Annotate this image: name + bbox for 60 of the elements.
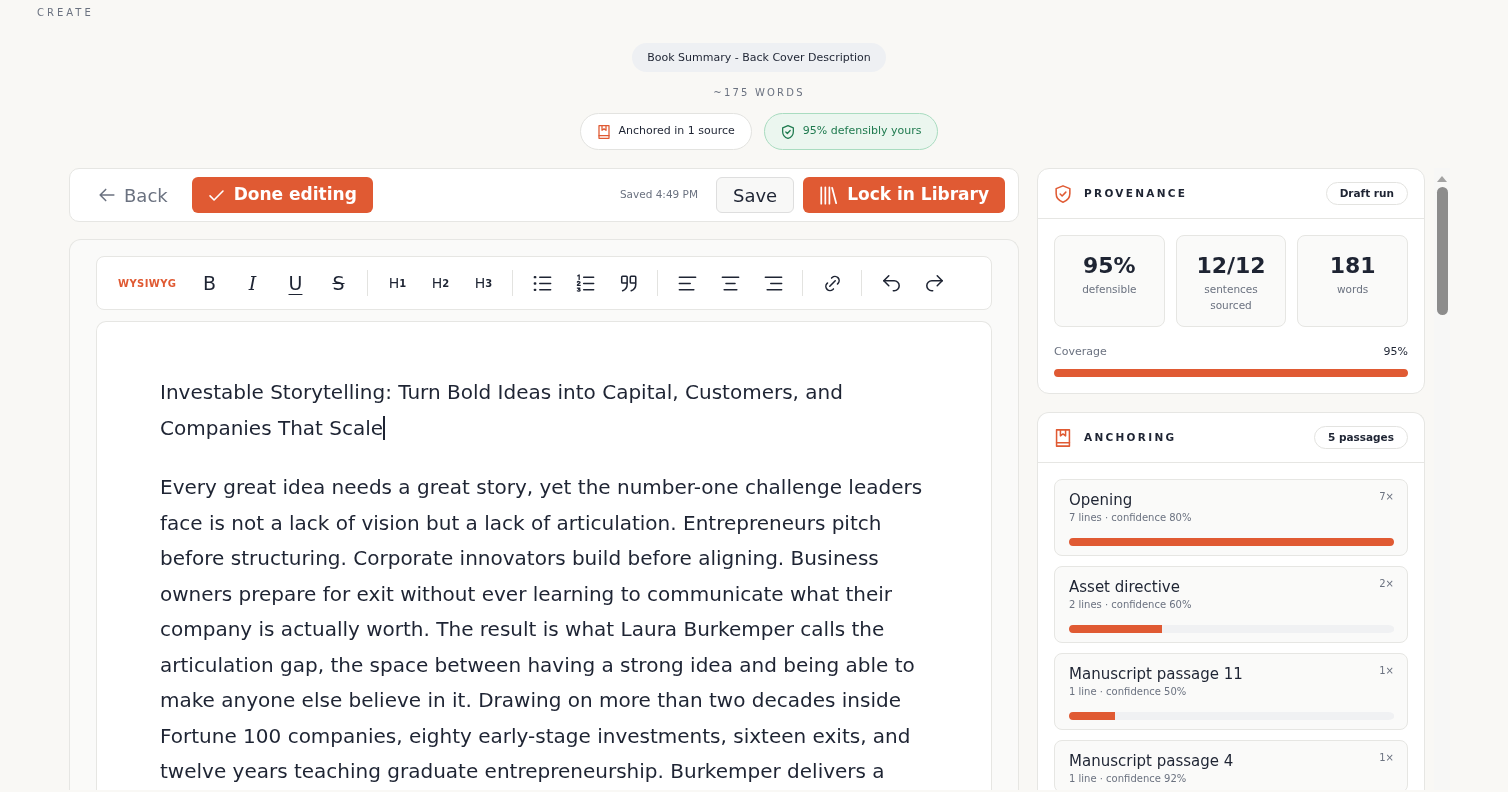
bullet-list-icon[interactable] [533,273,552,293]
editor-mode-label: WYSIWYG [118,276,177,291]
stat-label: words [1337,282,1369,297]
undo-icon[interactable] [882,273,901,293]
done-editing-button[interactable]: Done editing [191,177,373,213]
stat-label: sentences sourced [1203,282,1259,313]
defensibility-label: 95% defensibly yours [802,123,922,140]
bold-button[interactable]: B [193,267,226,299]
usage-count: 7× [1379,490,1394,504]
save-button[interactable]: Save [716,177,795,213]
books-icon [819,185,839,205]
anchoring-heading: ANCHORING [1084,429,1177,445]
passage-title: Asset directive [1069,577,1180,598]
align-left-icon[interactable] [678,273,697,293]
underline-button[interactable]: U [279,267,312,299]
book-icon [596,124,611,139]
passage-title: Manuscript passage 4 [1069,751,1234,772]
document-type-pill: Book Summary - Back Cover Description [632,43,886,72]
quote-icon[interactable] [619,273,638,293]
italic-button[interactable]: I [236,267,269,299]
back-arrow-icon [98,186,116,204]
body-paragraph: Every great idea needs a great story, yet the number-one challenge leaders face is not a lack of vision but a lack of articulation. Entrepreneurs pitch before structuring. Corporate innovators build before aligning. Business owners prepare for exit without ever learning to communicate what their company is actually worth. The result is what Laura Burkemper calls the articulation gap, the space between having a strong idea and being able to make anyone else believe in it. Drawing on more than two decades inside Fortune 100 companies, eighty early-stage investments, sixteen exits, and twelve years teaching graduate entrepreneurship. Burkemper delivers a [160,475,923,783]
stat-value: 181 [1329,253,1376,279]
link-icon[interactable] [823,273,842,293]
source-label: Anchored in 1 source [618,123,735,140]
section-label: CREATE [36,6,95,20]
passage-title: Opening [1069,490,1133,511]
stat-label: defensible [1082,282,1137,297]
passage-card[interactable]: Opening 7× 7 lines · confidence 80% [1054,479,1408,556]
passage-detail: 1 line · confidence 92% [1069,772,1188,786]
passage-card[interactable]: Manuscript passage 4 1× 1 line · confidence 92% [1054,740,1408,790]
book-icon [1054,428,1072,447]
numbered-list-icon[interactable] [576,273,595,293]
save-status: Saved 4:49 PM [619,187,698,203]
coverage-reading: 95% [1383,344,1408,360]
shield-check-icon [1054,184,1072,203]
passage-detail: 2 lines · confidence 60% [1069,598,1193,612]
align-right-icon[interactable] [764,273,783,293]
provenance-heading: PROVENANCE [1084,185,1188,201]
document-editor[interactable] [96,321,992,790]
document-title: Investable Storytelling: Turn Bold Ideas into Capital, Customers, and Companies That Scale [160,380,843,440]
coverage-label: Coverage [1054,344,1107,360]
passage-card[interactable]: Asset directive 2× 2 lines · confidence 60% [1054,566,1408,643]
usage-count: 2× [1379,577,1394,591]
passage-card[interactable]: Manuscript passage 11 1× 1 line · confidence 50% [1054,653,1408,730]
lock-in-library-button[interactable]: Lock in Library [803,177,1005,213]
strikethrough-button[interactable]: S [322,267,355,299]
usage-count: 1× [1379,751,1394,765]
scrollbar-thumb[interactable] [1436,187,1448,315]
passage-detail: 7 lines · confidence 80% [1069,511,1193,525]
redo-icon[interactable] [925,273,944,293]
passage-detail: 1 line · confidence 50% [1069,685,1188,699]
word-estimate: ~175 WORDS [713,86,805,100]
back-button[interactable]: Back [98,181,168,209]
shield-check-icon [780,124,795,139]
stat-value: 12/12 [1196,253,1266,279]
align-center-icon[interactable] [721,273,740,293]
usage-count: 1× [1379,664,1394,678]
stat-value: 95% [1083,253,1136,279]
passage-title: Manuscript passage 11 [1069,664,1243,685]
